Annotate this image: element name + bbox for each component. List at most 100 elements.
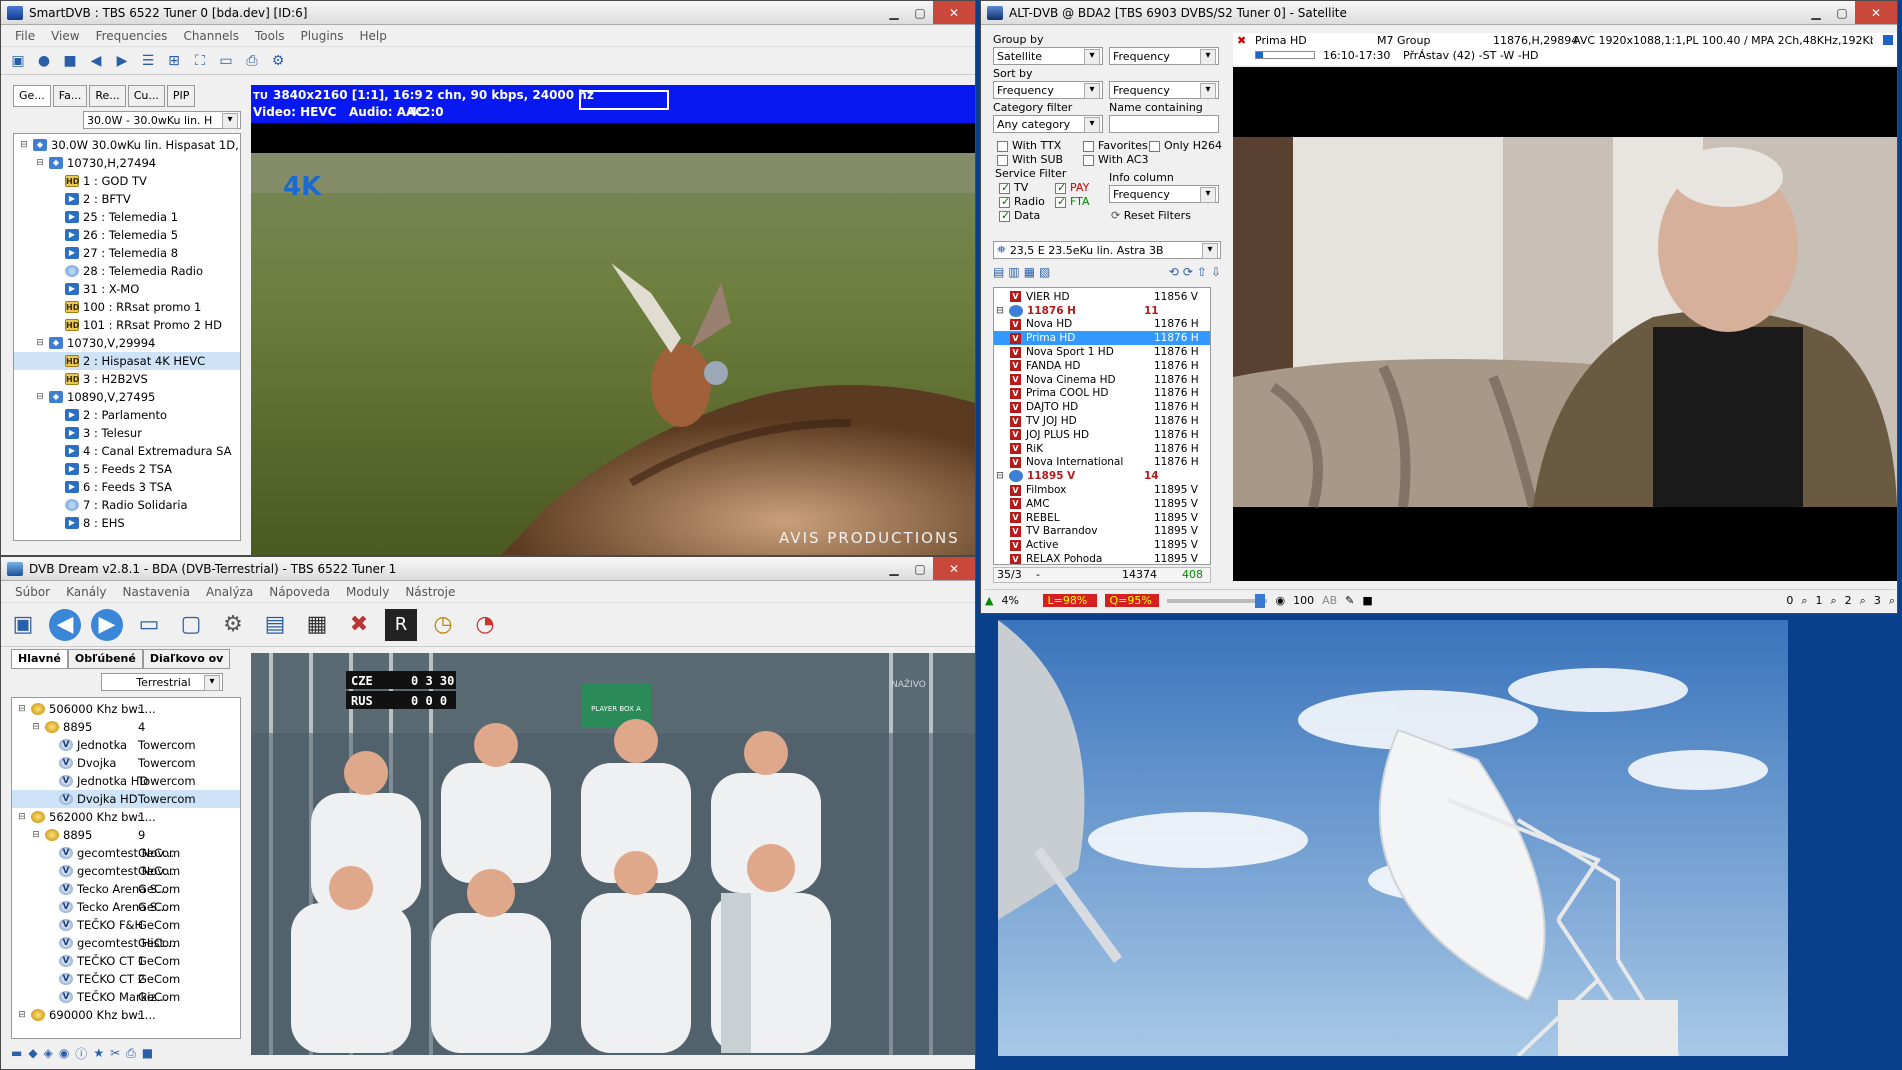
channel-row[interactable]: V TV JOJ HD 11876 H	[994, 414, 1210, 428]
mux-row[interactable]: V Dvojka HD Towercom	[12, 790, 240, 808]
channel-row[interactable]: V VIER HD 11856 V	[994, 290, 1210, 304]
menu-subor[interactable]: Súbor	[15, 585, 50, 599]
tree-row[interactable]: HD 101 : RRsat Promo 2 HD	[14, 316, 240, 334]
delete-icon[interactable]: ✖	[343, 609, 375, 641]
reset-filters-button[interactable]: ⟳ Reset Filters	[1111, 209, 1191, 222]
pay-check[interactable]: PAY	[1055, 181, 1089, 194]
expander-icon[interactable]: ⊟	[994, 470, 1006, 482]
mux-row[interactable]: V TEČKO Markiz... GeCom	[12, 988, 240, 1006]
screenshot-icon[interactable]: ⎙	[241, 50, 263, 72]
mux-row[interactable]: ⊟ 8895 4	[12, 718, 240, 736]
expander-icon[interactable]	[50, 175, 62, 187]
open-folder-icon[interactable]: ▣	[7, 50, 29, 72]
sort-by-combo-1[interactable]: Frequency	[993, 81, 1103, 99]
expander-icon[interactable]	[50, 211, 62, 223]
menu-file[interactable]: File	[15, 29, 35, 43]
expander-icon[interactable]: ⊟	[16, 811, 28, 823]
only-h264-check[interactable]: Only H264	[1149, 139, 1222, 152]
mux-row[interactable]: V TEČKO CT 1 GeCom	[12, 952, 240, 970]
maximize-icon[interactable]: ▢	[1829, 1, 1855, 24]
back-arrow-icon[interactable]: ◀	[85, 50, 107, 72]
zoom-1[interactable]: 1	[1815, 594, 1822, 607]
expander-icon[interactable]	[50, 499, 62, 511]
channel-tree[interactable]: ⊟ ◆ 30.0W 30.0wKu lin. Hispasat 1D, ⊟ ◆ 10730…	[13, 133, 241, 541]
tools-icon[interactable]: ✂	[110, 1046, 120, 1060]
settings-icon[interactable]: ⚙	[267, 50, 289, 72]
close-icon[interactable]: ✕	[933, 557, 975, 580]
smartdvb-titlebar[interactable]: SmartDVB : TBS 6522 Tuner 0 [bda.dev] [I…	[1, 1, 975, 25]
open-icon[interactable]: ▣	[7, 609, 39, 641]
monitor-icon[interactable]: ▭	[133, 609, 165, 641]
zoom-3[interactable]: 3	[1874, 594, 1881, 607]
tab-dialkovo[interactable]: Diaľkovo ov	[142, 649, 231, 669]
expander-icon[interactable]	[50, 409, 62, 421]
tab-hlavne[interactable]: Hlavné	[11, 649, 68, 669]
expander-icon[interactable]: ⊟	[34, 391, 46, 403]
filter-icon[interactable]: ▧	[1039, 265, 1050, 283]
radio-check[interactable]: Radio	[999, 195, 1045, 208]
record-r-icon[interactable]: R	[385, 608, 417, 641]
expander-icon[interactable]	[44, 739, 56, 751]
name-input[interactable]	[1109, 115, 1219, 133]
tree-row[interactable]: HD 3 : H2B2VS	[14, 370, 240, 388]
dvbdream-titlebar[interactable]: DVB Dream v2.8.1 - BDA (DVB-Terrestrial)…	[1, 557, 975, 581]
expander-icon[interactable]	[50, 517, 62, 529]
channel-row[interactable]: V Prima COOL HD 11876 H	[994, 387, 1210, 401]
edit-icon[interactable]: ✎	[1345, 594, 1354, 607]
mux-row[interactable]: Vgecomtest Nov... GeCom	[12, 844, 240, 862]
minimize-icon[interactable]: ▁	[881, 1, 907, 24]
expander-icon[interactable]	[50, 193, 62, 205]
star-icon[interactable]: ★	[93, 1046, 104, 1060]
menu-frequencies[interactable]: Frequencies	[96, 29, 168, 43]
channel-row[interactable]: V Nova International 11876 H	[994, 456, 1210, 470]
menu-kanaly[interactable]: Kanály	[66, 585, 106, 599]
forward-icon[interactable]: ▶	[91, 608, 123, 641]
tree-row[interactable]: ▶ 3 : Telesur	[14, 424, 240, 442]
tree-row[interactable]: HD 1 : GOD TV	[14, 172, 240, 190]
maximize-icon[interactable]: ▢	[907, 1, 933, 24]
expander-icon[interactable]	[44, 937, 56, 949]
menu-plugins[interactable]: Plugins	[301, 29, 344, 43]
refresh-icon[interactable]: ⟲	[1169, 265, 1179, 283]
channel-row[interactable]: V REBEL 11895 V	[994, 511, 1210, 525]
tree-row[interactable]: ▶ 6 : Feeds 3 TSA	[14, 478, 240, 496]
channel-row[interactable]: V JOJ PLUS HD 11876 H	[994, 428, 1210, 442]
expander-icon[interactable]	[50, 265, 62, 277]
tree-row[interactable]: ▶ 25 : Telemedia 1	[14, 208, 240, 226]
list-view-icon[interactable]: ▤	[993, 265, 1004, 283]
minus-icon[interactable]: ▬	[11, 1046, 22, 1060]
category-combo[interactable]: Any category	[993, 115, 1103, 133]
detail-view-icon[interactable]: ▥	[1008, 265, 1019, 283]
expander-icon[interactable]: ⊟	[34, 337, 46, 349]
expander-icon[interactable]	[50, 301, 62, 313]
fta-check[interactable]: FTA	[1055, 195, 1090, 208]
list-icon[interactable]: ☰	[137, 50, 159, 72]
channel-row[interactable]: V Nova HD 11876 H	[994, 318, 1210, 332]
video-prima-hd[interactable]	[1233, 67, 1897, 581]
group-by-combo-2[interactable]: Frequency	[1109, 47, 1219, 65]
move-up-icon[interactable]: ⇧	[1197, 265, 1207, 283]
mux-row[interactable]: V TEČKO F&H GeCom	[12, 916, 240, 934]
channel-row[interactable]: V RiK 11876 H	[994, 442, 1210, 456]
signal-meter-icon[interactable]: ◔	[469, 609, 501, 641]
mux-row[interactable]: V Tecko Arena S... GeCom	[12, 880, 240, 898]
channel-row[interactable]: V TV Barrandov 11895 V	[994, 525, 1210, 539]
info-icon[interactable]: ⓘ	[75, 1045, 87, 1062]
grid-icon[interactable]: ⊞	[163, 50, 185, 72]
expander-icon[interactable]	[50, 355, 62, 367]
fav-x-icon[interactable]: ✖	[1237, 34, 1246, 47]
tree-row[interactable]: HD 100 : RRsat promo 1	[14, 298, 240, 316]
lock-icon[interactable]: ■	[1362, 594, 1372, 607]
video-czech-team[interactable]: PLAYER BOX A CZE 0 3 30 RUS 0 0 0 NAŽIVO	[251, 653, 975, 1055]
tree-row[interactable]: ▶ 5 : Feeds 2 TSA	[14, 460, 240, 478]
expander-icon[interactable]: ⊟	[994, 305, 1006, 317]
fullscreen-icon[interactable]: ⛶	[189, 50, 211, 72]
group-by-combo-1[interactable]: Satellite	[993, 47, 1103, 65]
maximize-icon[interactable]: ▢	[907, 557, 933, 580]
epg-icon[interactable]: ▤	[259, 609, 291, 641]
record-icon[interactable]: ●	[33, 50, 55, 72]
window-icon[interactable]: ▭	[215, 50, 237, 72]
channel-row[interactable]: V Nova Cinema HD 11876 H	[994, 373, 1210, 387]
tv-check[interactable]: TV	[999, 181, 1028, 194]
tab-oblubene[interactable]: Obľúbené	[67, 649, 143, 669]
